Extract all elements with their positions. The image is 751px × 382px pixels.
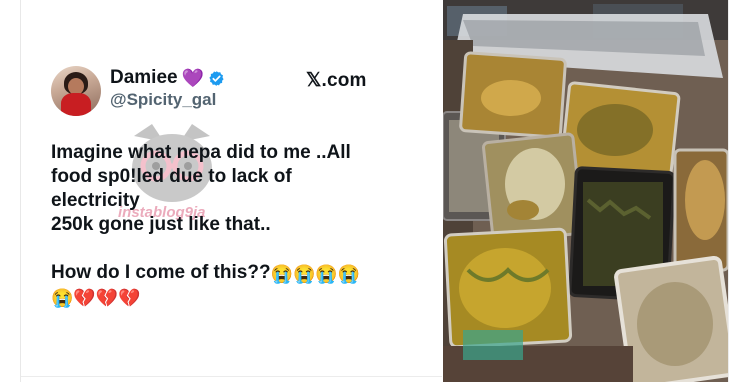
tweet-question: How do I come of this?? (51, 262, 271, 283)
tweet-emoji-line: 😭💔💔💔 (51, 285, 411, 309)
bottom-divider (21, 376, 442, 377)
tweet-line: 250k gone just like that.. (51, 214, 271, 235)
broken-heart-emoji: 💔 (73, 288, 96, 308)
purple-heart-emoji: 💜 (181, 68, 205, 88)
loudly-crying-emoji: 😭 (270, 264, 293, 284)
spoiled-food-photo[interactable] (443, 0, 728, 382)
broken-heart-emoji: 💔 (95, 288, 119, 308)
avatar-dress (61, 93, 91, 116)
tweet-text: Imagine what nepa did to me ..All food s… (51, 141, 411, 309)
x-brand-logo: 𝕏.com (306, 70, 367, 91)
loudly-crying-emoji: 😭 (315, 264, 338, 284)
profile-avatar[interactable] (51, 66, 101, 116)
loudly-crying-emoji: 😭 (51, 288, 74, 308)
display-name[interactable]: Damiee (110, 67, 178, 89)
tweet-question-line: How do I come of this??😭😭😭😭 (51, 261, 411, 285)
loudly-crying-emoji: 😭 (292, 264, 316, 284)
verified-badge-icon (208, 70, 225, 87)
loudly-crying-emoji: 😭 (337, 264, 361, 284)
tweet-line: Imagine what nepa did to me ..All (51, 142, 351, 163)
tweet-line: food sp0!led due to lack of (51, 166, 292, 187)
name-row: Damiee 💜 (110, 66, 225, 90)
user-handle[interactable]: @Spicity_gal (110, 90, 216, 110)
right-margin (728, 0, 751, 382)
broken-heart-emoji: 💔 (118, 288, 141, 308)
screenshot-page: Damiee 💜 @Spicity_gal 𝕏.com instablog9ja… (0, 0, 751, 382)
tweet-line: electricity (51, 190, 140, 211)
